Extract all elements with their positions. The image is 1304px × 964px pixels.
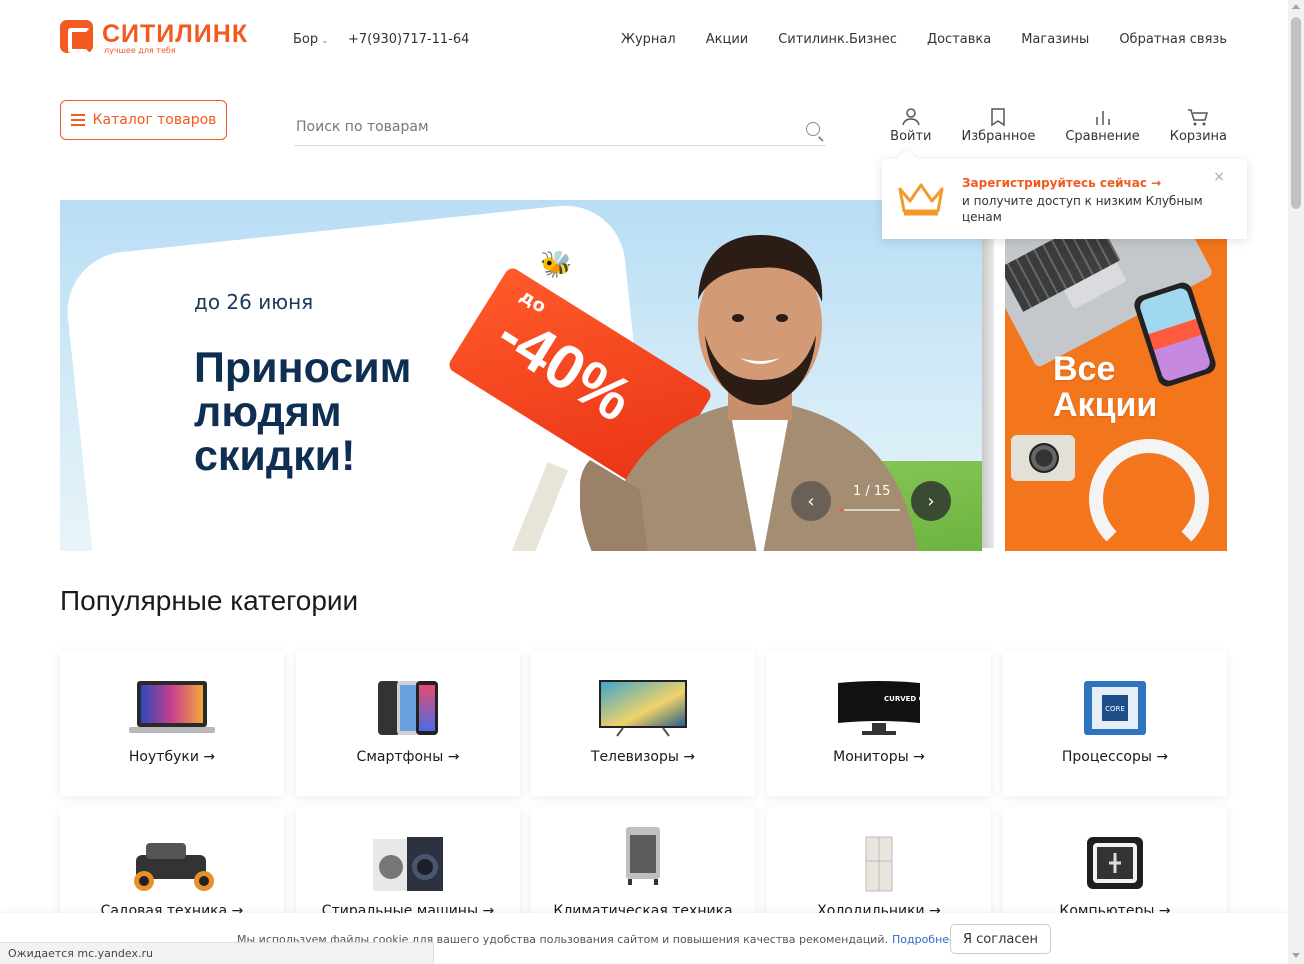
register-link[interactable]: Зарегистрируйтесь сейчас → [962,176,1161,190]
nav-journal[interactable]: Журнал [621,32,676,47]
nav-stores[interactable]: Магазины [1021,32,1089,47]
cookie-more-link[interactable]: Подробнее [892,933,956,946]
side-banner-title: Все Акции [1053,351,1157,423]
login-button[interactable]: Войти [890,105,932,144]
tv-icon [531,679,755,737]
category-label: Мониторы → [833,749,925,765]
refrigerator-icon [767,835,991,893]
scroll-thumb[interactable] [1291,17,1301,209]
bee-icon: 🐝 [540,250,573,280]
smartphone-icon [296,679,520,737]
washing-machine-icon [296,835,520,893]
favorites-button[interactable]: Избранное [961,105,1036,144]
cart-icon [1187,105,1209,129]
headphones-image [1089,439,1209,551]
laptop-icon [60,679,284,737]
logo[interactable]: СИТИЛИНК лучшее для тебя [60,20,260,60]
hero-date: до 26 июня [194,290,314,314]
side-title-line-2: Акции [1053,386,1158,424]
monitor-icon: CURVED GAMING MONITOR [767,679,991,737]
carousel-next-button[interactable]: › [911,481,951,521]
hero-headline-line-2: людям [194,388,342,436]
compare-button[interactable]: Сравнение [1065,105,1140,144]
logo-icon [60,20,93,53]
search-bar [294,112,826,146]
catalog-button[interactable]: Каталог товаров [60,100,227,140]
popular-categories-title: Популярные категории [60,585,359,616]
monitor-print: CURVED GAMING MONITOR [884,695,922,703]
logo-slogan: лучшее для тебя [104,46,176,55]
compare-label: Сравнение [1065,129,1140,144]
list-icon [70,114,85,126]
city-selector[interactable]: Бор ⌄ [293,32,329,47]
hero-headline: Приносим людям скидки! [194,346,411,478]
logo-name: СИТИЛИНК [102,20,249,48]
browser-status-bar: Ожидается mc.yandex.ru [0,942,434,964]
lawnmower-icon [60,835,284,893]
page-scrollbar[interactable] [1288,0,1304,964]
category-card-tvs[interactable]: Телевизоры → [531,651,755,796]
category-card-smartphones[interactable]: Смартфоны → [296,651,520,796]
hero-headline-line-3: скидки! [194,432,356,480]
close-icon[interactable]: × [1213,169,1225,185]
registration-popup: Зарегистрируйтесь сейчас → и получите до… [882,159,1247,239]
category-label: Телевизоры → [590,749,696,765]
next-slide-edge [982,238,994,548]
air-purifier-icon [531,825,755,885]
crown-icon [896,181,946,221]
scroll-up-arrow-icon[interactable] [1292,4,1300,9]
register-text: и получите доступ к низким Клубным ценам [962,194,1203,224]
search-icon[interactable] [806,122,820,136]
city-name: Бор [293,32,319,47]
category-card-monitors[interactable]: CURVED GAMING MONITOR Мониторы → [767,651,991,796]
favorites-label: Избранное [961,129,1036,144]
search-input[interactable] [294,112,784,142]
nav-feedback[interactable]: Обратная связь [1119,32,1227,47]
side-title-line-1: Все [1053,350,1116,388]
bookmark-icon [990,105,1006,129]
category-label: Смартфоны → [356,749,460,765]
camera-image [1011,435,1075,481]
cpu-print: CORE [1105,705,1125,713]
category-card-processors[interactable]: CORE Процессоры → [1003,651,1227,796]
hero-headline-line-1: Приносим [194,344,412,392]
nav-delivery[interactable]: Доставка [927,32,991,47]
header-actions: Войти Избранное Сравнение Корзина [890,105,1227,144]
category-label: Процессоры → [1061,749,1169,765]
computer-case-icon [1003,835,1227,893]
catalog-label: Каталог товаров [92,112,217,128]
presenter-image [580,235,918,551]
user-icon [901,105,921,129]
carousel-prev-button[interactable]: ‹ [791,481,831,521]
processor-icon: CORE [1003,679,1227,737]
scroll-down-arrow-icon[interactable] [1292,953,1300,958]
login-label: Войти [890,129,932,144]
category-label: Ноутбуки → [128,749,216,765]
nav-promotions[interactable]: Акции [706,32,749,47]
cart-button[interactable]: Корзина [1170,105,1227,144]
category-card-laptops[interactable]: Ноутбуки → [60,651,284,796]
nav-business[interactable]: Ситилинк.Бизнес [778,32,897,47]
all-promotions-banner[interactable]: Все Акции [1005,239,1227,551]
carousel-progress [840,509,900,511]
phone-number[interactable]: +7(930)717-11-64 [348,32,469,47]
cookie-agree-button[interactable]: Я согласен [950,924,1051,954]
cart-label: Корзина [1169,129,1227,144]
chevron-down-icon: ⌄ [321,36,329,46]
top-navigation: Журнал Акции Ситилинк.Бизнес Доставка Ма… [621,32,1227,47]
bar-chart-icon [1093,105,1113,129]
hero-banner[interactable]: 🐝 до 26 июня Приносим людям скидки! до -… [60,200,982,551]
carousel-counter: 1 / 15 [853,484,891,499]
